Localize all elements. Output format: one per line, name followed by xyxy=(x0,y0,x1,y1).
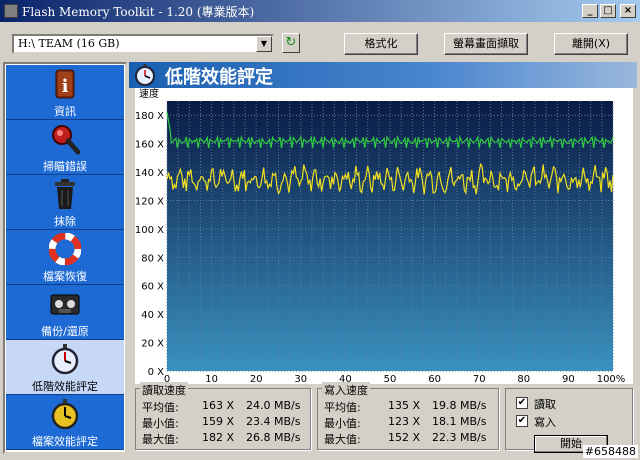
tape-icon xyxy=(50,294,80,315)
x-tick-label: 70 xyxy=(473,374,486,384)
sidebar-item-label: 資訊 xyxy=(54,105,76,118)
format-button[interactable]: 格式化 xyxy=(344,33,418,55)
speed-chart: 速度 0 X 20 X 40 X 60 X 80 X 100 X 120 X 140 X 160… xyxy=(135,88,633,384)
sidebar-item-scan-errors[interactable]: 掃瞄錯誤 xyxy=(6,120,124,175)
maximize-button[interactable]: □ xyxy=(600,4,616,18)
stat-mbs-value: 24.0 MB/s xyxy=(246,399,301,412)
sidebar-item-label: 檔案恢復 xyxy=(43,270,87,283)
sidebar-item-label: 抹除 xyxy=(54,215,76,228)
read-checkbox-label[interactable]: 讀取 xyxy=(534,396,556,412)
x-tick-label: 90 xyxy=(562,374,575,384)
stat-x-value: 182 X xyxy=(202,431,235,444)
sidebar-item-file-recovery[interactable]: 檔案恢復 xyxy=(6,230,124,285)
info-icon: i xyxy=(55,69,75,99)
sidebar: i 資訊 掃瞄錯誤 抹除 檔案恢復 備份/還原 低階效能評定 檔案效能評定 xyxy=(3,62,127,454)
sidebar-item-backup-restore[interactable]: 備份/還原 xyxy=(6,285,124,340)
screen-capture-button[interactable]: 螢幕畫面擷取 xyxy=(444,33,528,55)
y-tick-label: 140 X xyxy=(135,168,164,179)
chevron-down-icon[interactable]: ▼ xyxy=(256,36,272,52)
svg-text:i: i xyxy=(62,76,69,97)
stat-mbs-value: 23.4 MB/s xyxy=(246,415,301,428)
x-tick-label: 100% xyxy=(597,374,626,384)
window-title: Flash Memory Toolkit - 1.20 (專業版本) xyxy=(22,4,255,19)
refresh-button[interactable]: ↻ xyxy=(282,33,300,53)
x-tick-label: 20 xyxy=(250,374,263,384)
stat-label: 平均值: xyxy=(324,401,361,414)
sidebar-item-file-benchmark[interactable]: 檔案效能評定 xyxy=(6,395,124,450)
x-tick-label: 10 xyxy=(205,374,218,384)
write-checkbox-label[interactable]: 寫入 xyxy=(534,414,556,430)
stat-x-value: 135 X xyxy=(388,399,421,412)
trash-icon xyxy=(55,179,75,209)
x-tick-label: 60 xyxy=(428,374,441,384)
y-tick-label: 0 X xyxy=(148,367,165,378)
sidebar-item-label: 檔案效能評定 xyxy=(32,435,98,448)
x-tick-label: 50 xyxy=(384,374,397,384)
sidebar-item-label: 備份/還原 xyxy=(41,325,89,338)
x-axis-ticks: 0 10 20 30 40 50 60 70 80 90 100% xyxy=(164,374,625,384)
section-banner: 低階效能評定 xyxy=(129,62,637,88)
stat-mbs-value: 26.8 MB/s xyxy=(246,431,301,444)
page-title: 低階效能評定 xyxy=(165,67,273,88)
drive-select-value: H:\ TEAM (16 GB) xyxy=(18,37,120,50)
stat-mbs-value: 22.3 MB/s xyxy=(432,431,487,444)
stat-mbs-value: 18.1 MB/s xyxy=(432,415,487,428)
y-tick-label: 100 X xyxy=(135,225,164,236)
write-checkbox[interactable]: ✔ xyxy=(516,415,528,427)
y-axis-ticks: 0 X 20 X 40 X 60 X 80 X 100 X 120 X 140 X 160 X 1… xyxy=(135,111,164,378)
y-tick-label: 20 X xyxy=(141,339,164,350)
x-tick-label: 30 xyxy=(294,374,307,384)
toolbar: H:\ TEAM (16 GB) ▼ ↻ 格式化 螢幕畫面擷取 離開(X) xyxy=(0,22,640,62)
stopwatch-gold-icon xyxy=(51,399,79,430)
y-tick-label: 160 X xyxy=(135,140,164,151)
y-tick-label: 120 X xyxy=(135,196,164,207)
stat-label: 最大值: xyxy=(142,433,179,446)
sidebar-item-erase[interactable]: 抹除 xyxy=(6,175,124,230)
write-stats-title: 寫入速度 xyxy=(322,382,370,398)
stat-x-value: 152 X xyxy=(388,431,421,444)
read-stats-group: 讀取速度 平均值: 163 X 24.0 MB/s 最小值: 159 X 23.… xyxy=(135,382,311,450)
write-stats-group: 寫入速度 平均值: 135 X 19.8 MB/s 最小值: 123 X 18.… xyxy=(317,382,499,450)
sidebar-item-low-level-benchmark[interactable]: 低階效能評定 xyxy=(6,340,124,395)
stat-label: 最小值: xyxy=(142,417,179,430)
speed-chart-svg: 速度 0 X 20 X 40 X 60 X 80 X 100 X 120 X 140 X 160… xyxy=(135,88,625,384)
magnifier-icon xyxy=(52,125,81,155)
close-button[interactable]: × xyxy=(620,4,636,18)
stopwatch-icon xyxy=(135,64,155,86)
drive-select[interactable]: H:\ TEAM (16 GB) ▼ xyxy=(12,34,274,54)
sidebar-item-label: 低階效能評定 xyxy=(32,380,98,393)
stat-label: 平均值: xyxy=(142,401,179,414)
options-group: ✔ 讀取 ✔ 寫入 開始 xyxy=(505,388,633,453)
stat-label: 最小值: xyxy=(324,417,361,430)
y-tick-label: 60 X xyxy=(141,282,164,293)
sidebar-item-info[interactable]: i 資訊 xyxy=(6,65,124,120)
x-tick-label: 80 xyxy=(517,374,530,384)
lifebuoy-icon xyxy=(49,233,81,265)
main-panel: 低階效能評定 速度 0 X 20 X 40 X 60 X 80 X 100 X 120 X 1… xyxy=(129,62,637,454)
y-tick-label: 40 X xyxy=(141,310,164,321)
stopwatch-icon xyxy=(51,344,79,375)
y-tick-label: 180 X xyxy=(135,111,164,122)
minimize-button[interactable]: _ xyxy=(582,4,598,18)
sidebar-item-label: 掃瞄錯誤 xyxy=(43,160,87,173)
exit-button[interactable]: 離開(X) xyxy=(554,33,628,55)
stat-x-value: 163 X xyxy=(202,399,235,412)
stat-x-value: 123 X xyxy=(388,415,421,428)
y-axis-title: 速度 xyxy=(139,88,159,100)
stat-x-value: 159 X xyxy=(202,415,235,428)
read-stats-title: 讀取速度 xyxy=(140,382,188,398)
y-tick-label: 80 X xyxy=(141,253,164,264)
read-checkbox[interactable]: ✔ xyxy=(516,397,528,409)
stat-label: 最大值: xyxy=(324,433,361,446)
watermark: #658488 xyxy=(582,445,638,458)
app-icon xyxy=(4,4,18,18)
title-bar: Flash Memory Toolkit - 1.20 (專業版本) _ □ × xyxy=(0,0,640,22)
stat-mbs-value: 19.8 MB/s xyxy=(432,399,487,412)
